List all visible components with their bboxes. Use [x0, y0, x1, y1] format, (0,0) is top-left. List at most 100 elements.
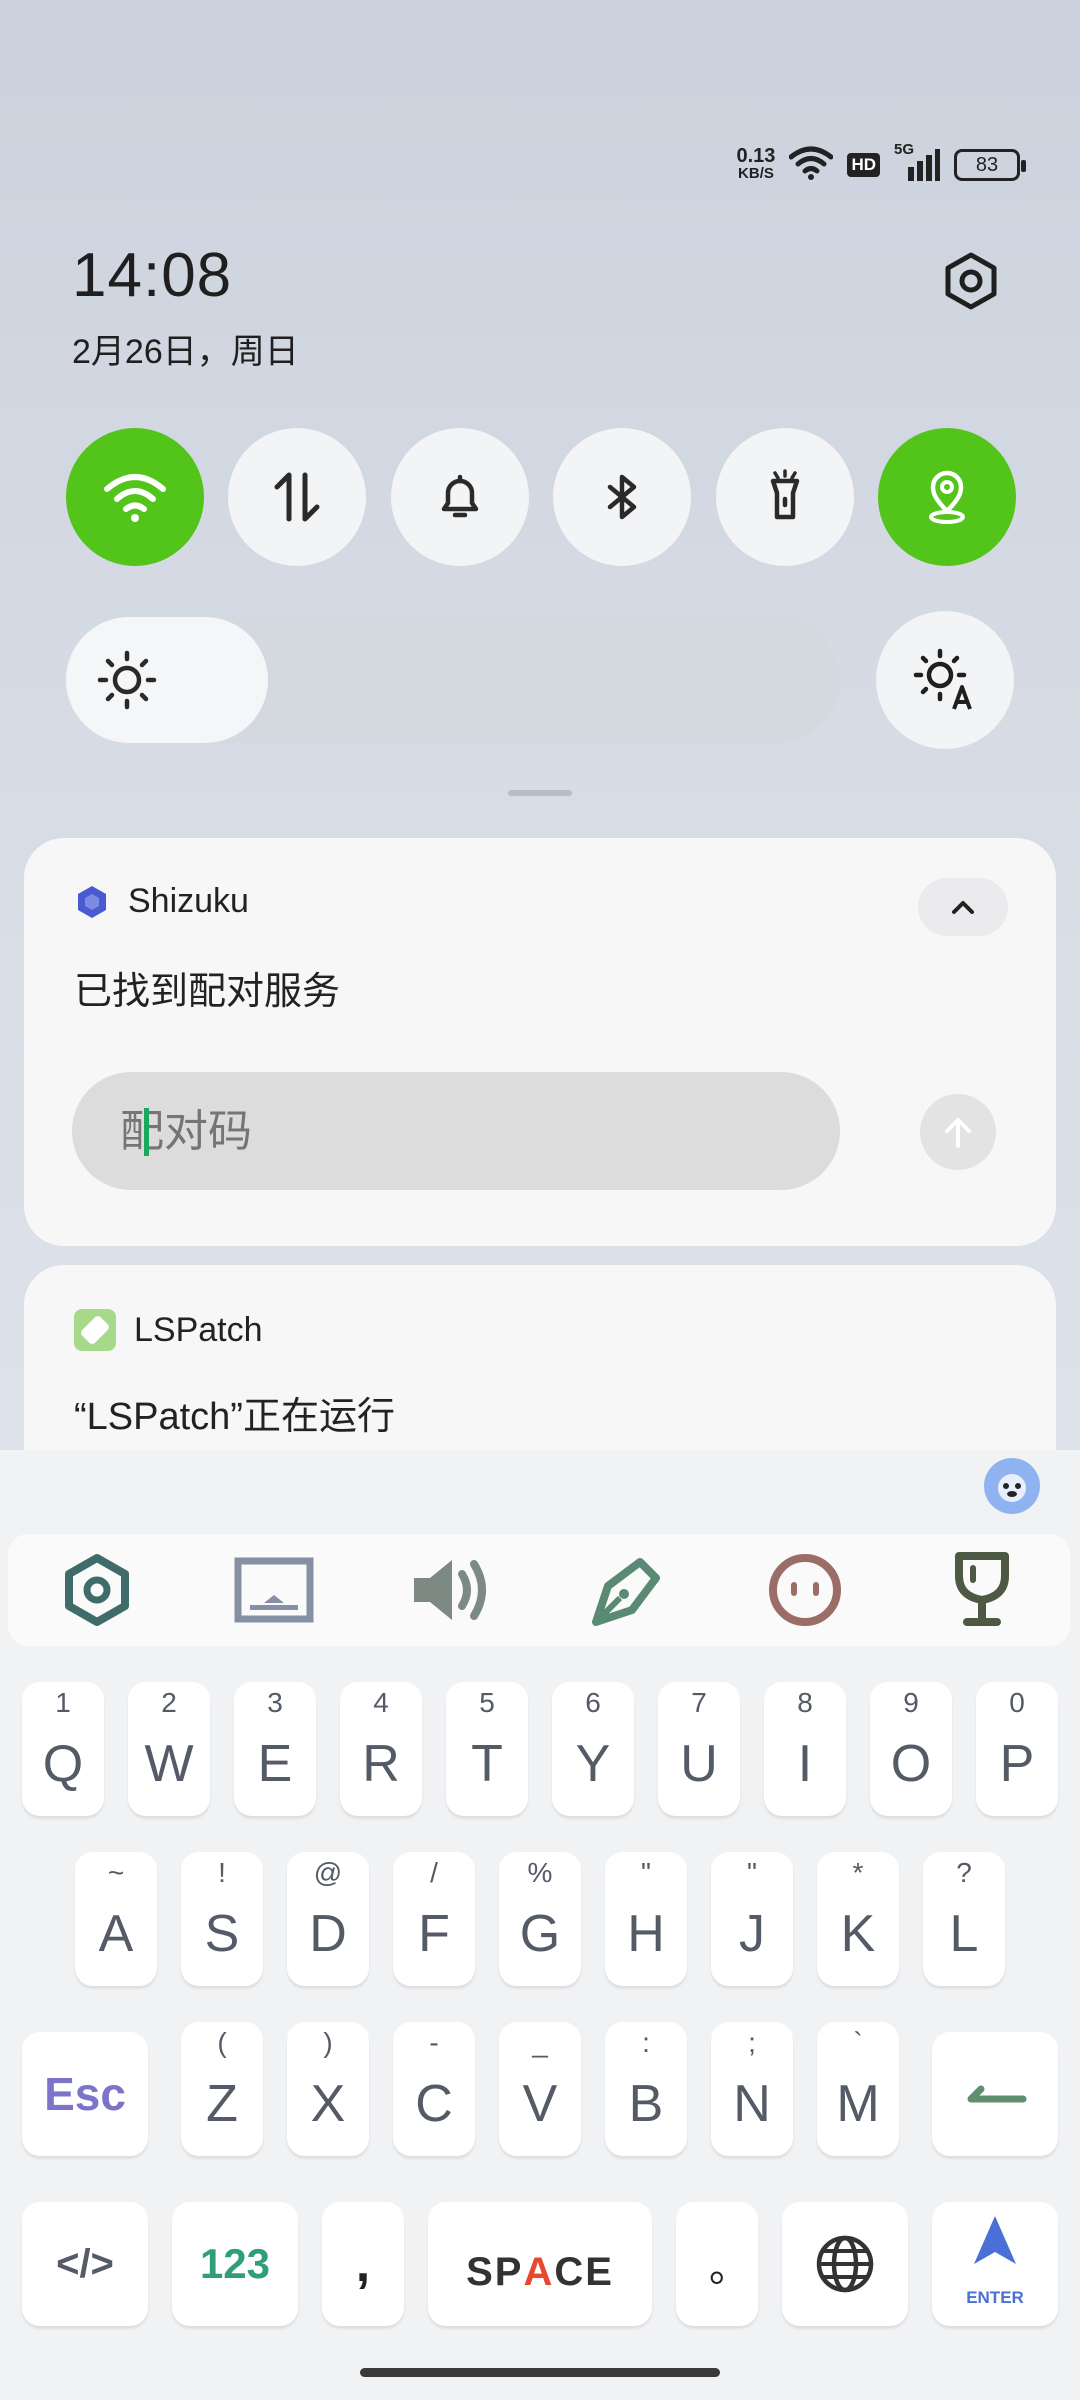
toolbar-extension-button[interactable]	[937, 1545, 1027, 1635]
key-hint: 9	[903, 1687, 919, 1718]
key-hint: "	[747, 1857, 757, 1888]
brightness-slider-fill[interactable]	[66, 617, 268, 743]
key-hint: 5	[479, 1687, 495, 1718]
key-y[interactable]: 6Y	[552, 1682, 634, 1816]
tile-flashlight[interactable]	[715, 428, 854, 566]
key-u[interactable]: 7U	[658, 1682, 740, 1816]
key-r[interactable]: 4R	[340, 1682, 422, 1816]
tile-wifi[interactable]	[66, 428, 204, 566]
key-a[interactable]: ~ A	[75, 1852, 157, 1986]
key-l[interactable]: ? L	[923, 1852, 1005, 1986]
key-h[interactable]: " H	[605, 1852, 687, 1986]
notification-header: LSPatch	[74, 1309, 263, 1351]
key-label: O	[890, 1735, 932, 1793]
battery-level: 83	[975, 153, 999, 176]
key-hint: )	[323, 2027, 333, 2058]
tile-mobile-data[interactable]	[228, 428, 367, 566]
key-w[interactable]: 2W	[128, 1682, 210, 1816]
hd-badge: HD	[847, 153, 880, 177]
key-d[interactable]: @ D	[287, 1852, 369, 1986]
notification-lspatch[interactable]: LSPatch “LSPatch”正在运行	[24, 1265, 1056, 1465]
key-comma[interactable]: ,	[322, 2202, 404, 2326]
speaker-icon	[413, 1560, 486, 1620]
home-indicator[interactable]	[360, 2368, 720, 2377]
key-v[interactable]: _ V	[499, 2022, 581, 2156]
key-esc[interactable]: Esc	[22, 2032, 148, 2156]
key-m[interactable]: ` M	[817, 2022, 899, 2156]
notification-app-name: Shizuku	[128, 882, 249, 920]
collapse-button[interactable]	[918, 878, 1008, 936]
send-button[interactable]	[920, 1094, 996, 1170]
key-space[interactable]: S P A CE	[428, 2202, 652, 2326]
key-label: M	[836, 2075, 880, 2133]
notification-shizuku[interactable]: Shizuku 已找到配对服务	[24, 838, 1056, 1246]
key-label: S	[204, 1905, 240, 1963]
key-backspace[interactable]	[932, 2032, 1058, 2156]
tile-bluetooth[interactable]	[553, 428, 692, 566]
key-label: K	[840, 1905, 876, 1963]
key-i[interactable]: 8I	[764, 1682, 846, 1816]
key-hint: `	[853, 2027, 863, 2058]
key-k[interactable]: * K	[817, 1852, 899, 1986]
key-f[interactable]: / F	[393, 1852, 475, 1986]
wifi-signal-icon	[788, 145, 834, 186]
toolbar-emoji-button[interactable]	[760, 1545, 850, 1635]
location-icon	[928, 470, 965, 524]
keyboard-toolbar	[8, 1534, 1070, 1646]
key-hint: "	[641, 1857, 651, 1888]
key-label: R	[362, 1735, 400, 1793]
notification-app-name: LSPatch	[134, 1310, 263, 1349]
key-t[interactable]: 5T	[446, 1682, 528, 1816]
key-label: ENTER	[966, 2288, 1024, 2307]
key-j[interactable]: " J	[711, 1852, 793, 1986]
key-hint: %	[527, 1857, 553, 1888]
panel-drag-handle[interactable]	[508, 790, 572, 796]
notification-text: “LSPatch”正在运行	[74, 1396, 395, 1438]
key-e[interactable]: 3E	[234, 1682, 316, 1816]
auto-brightness-button[interactable]	[876, 611, 1014, 749]
key-x[interactable]: ) X	[287, 2022, 369, 2156]
tile-sound[interactable]	[390, 428, 529, 566]
key-enter[interactable]: ENTER	[932, 2202, 1058, 2326]
key-hint: 8	[797, 1687, 813, 1718]
toolbar-settings-button[interactable]	[52, 1545, 142, 1635]
tile-location[interactable]	[877, 428, 1016, 566]
toolbar-clipboard-button[interactable]	[229, 1545, 319, 1635]
key-s[interactable]: ! S	[181, 1852, 263, 1986]
key-hint: ?	[956, 1857, 972, 1888]
toolbar-sound-button[interactable]	[406, 1545, 496, 1635]
key-z[interactable]: (Z	[181, 2022, 263, 2156]
pairing-code-field[interactable]	[72, 1072, 840, 1190]
network-speed-value: 0.13	[736, 145, 776, 167]
key-hint: 2	[161, 1687, 177, 1718]
key-label: P	[999, 1735, 1035, 1793]
face-icon	[768, 1554, 841, 1626]
key-n[interactable]: ; N	[711, 2022, 793, 2156]
key-label: B	[628, 2075, 664, 2133]
key-label: ,	[355, 2235, 371, 2293]
toolbar-theme-button[interactable]	[583, 1545, 673, 1635]
key-b[interactable]: :B	[605, 2022, 687, 2156]
key-hint: (	[217, 2027, 227, 2058]
key-p[interactable]: 0P	[976, 1682, 1058, 1816]
key-hint: @	[313, 1857, 343, 1888]
cellular-signal-icon: 5G	[894, 141, 940, 183]
key-numbers[interactable]: 123	[172, 2202, 298, 2326]
key-label: W	[144, 1735, 194, 1793]
key-language[interactable]	[782, 2202, 908, 2326]
key-hint: 4	[373, 1687, 389, 1718]
key-c[interactable]: -C	[393, 2022, 475, 2156]
key-period[interactable]: 。	[676, 2202, 758, 2326]
pairing-code-input[interactable]	[120, 1105, 840, 1157]
brightness-slider[interactable]	[66, 617, 840, 743]
key-label: </>	[56, 2241, 114, 2286]
keyboard-mascot-icon[interactable]	[984, 1458, 1040, 1514]
key-q[interactable]: 1Q	[22, 1682, 104, 1816]
key-label: F	[418, 1905, 450, 1963]
settings-button[interactable]	[935, 245, 1007, 317]
key-code[interactable]: </>	[22, 2202, 148, 2326]
key-label: A	[98, 1905, 134, 1963]
key-g[interactable]: % G	[499, 1852, 581, 1986]
key-o[interactable]: 9O	[870, 1682, 952, 1816]
key-hint: -	[429, 2027, 439, 2058]
